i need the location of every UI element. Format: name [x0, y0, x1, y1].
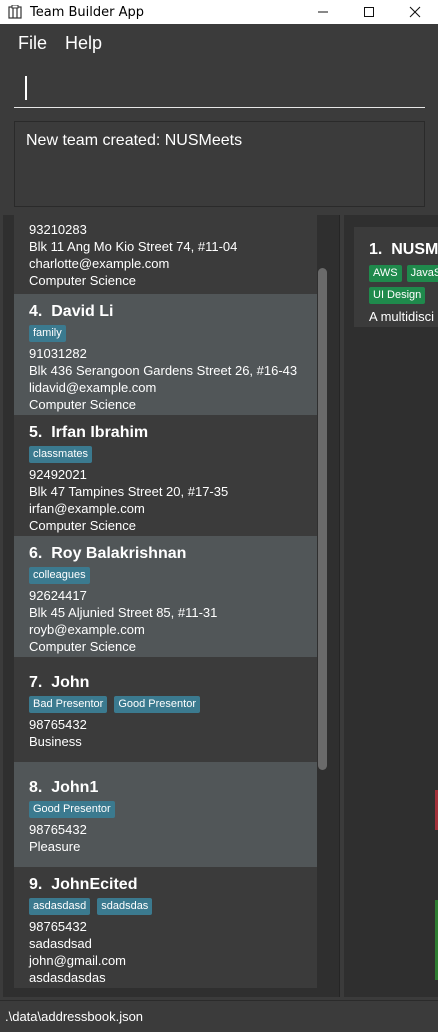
person-email: lidavid@example.com: [29, 380, 157, 395]
maximize-icon: [364, 7, 374, 17]
person-major: Pleasure: [29, 839, 81, 854]
person-card[interactable]: 5. Irfan Ibrahim classmates 92492021 Blk…: [14, 415, 317, 536]
person-phone: 92624417: [29, 588, 87, 603]
title-bar: Team Builder App: [0, 0, 438, 24]
person-card[interactable]: 93210283 Blk 11 Ang Mo Kio Street 74, #1…: [14, 215, 317, 294]
person-phone: 93210283: [29, 222, 87, 237]
person-address: sadasdsad: [29, 936, 92, 951]
person-major: Computer Science: [29, 518, 136, 533]
person-tag: sdadsdas: [97, 898, 153, 915]
close-icon: [409, 6, 421, 18]
person-tag: Good Presentor: [29, 801, 115, 818]
person-name: 4. David Li: [29, 303, 114, 320]
person-address: Blk 45 Aljunied Street 85, #11-31: [29, 605, 218, 620]
team-name: 1. NUSM: [369, 241, 438, 258]
person-major: Computer Science: [29, 397, 136, 412]
person-phone: 91031282: [29, 346, 87, 361]
person-name: 9. JohnEcited: [29, 876, 138, 893]
person-major: Business: [29, 734, 82, 749]
person-card[interactable]: 8. John1 Good Presentor 98765432 Pleasur…: [14, 762, 317, 867]
person-major: Computer Science: [29, 273, 136, 288]
person-name: 7. John: [29, 674, 90, 691]
team-tag: JavaS: [406, 265, 438, 282]
person-address: Blk 436 Serangoon Gardens Street 26, #16…: [29, 363, 298, 378]
person-email: royb@example.com: [29, 622, 145, 637]
window-title: Team Builder App: [30, 4, 144, 20]
person-phone: 98765432: [29, 822, 87, 837]
list-scrollbar[interactable]: [318, 268, 327, 770]
person-card[interactable]: 4. David Li family 91031282 Blk 436 Sera…: [14, 294, 317, 415]
person-major: asdasdasdas: [29, 970, 106, 985]
person-tag: Bad Presentor: [29, 696, 108, 713]
person-tag: asdasdasd: [29, 898, 91, 915]
person-tag: Good Presentor: [114, 696, 200, 713]
maximize-button[interactable]: [346, 0, 392, 24]
person-email: john@gmail.com: [29, 953, 127, 968]
team-description: A multidisci: [369, 309, 435, 324]
data-file-path: .\data\addressbook.json: [5, 1009, 144, 1024]
person-address: Blk 11 Ang Mo Kio Street 74, #11-04: [29, 239, 238, 254]
team-tag: AWS: [369, 265, 402, 282]
command-input[interactable]: [14, 68, 425, 108]
team-tag: UI Design: [369, 287, 426, 304]
person-address: Blk 47 Tampines Street 20, #17-35: [29, 484, 229, 499]
person-card[interactable]: 9. JohnEcited asdasdasd sdadsdas 9876543…: [14, 867, 317, 988]
minimize-button[interactable]: [300, 0, 346, 24]
team-card[interactable]: 1. NUSM AWS JavaS UI Design A multidisci: [354, 227, 438, 327]
person-tag: family: [29, 325, 66, 342]
person-name: 6. Roy Balakrishnan: [29, 545, 187, 562]
text-caret: [25, 76, 27, 100]
person-name: 8. John1: [29, 779, 99, 796]
app-icon: [8, 4, 22, 19]
minimize-icon: [318, 11, 328, 13]
result-display: New team created: NUSMeets: [14, 121, 425, 207]
person-list-panel[interactable]: 93210283 Blk 11 Ang Mo Kio Street 74, #1…: [3, 215, 340, 997]
person-tag: colleagues: [29, 567, 90, 584]
status-bar: .\data\addressbook.json: [0, 1000, 438, 1032]
person-card[interactable]: 6. Roy Balakrishnan colleagues 92624417 …: [14, 536, 317, 657]
person-major: Computer Science: [29, 639, 136, 654]
person-phone: 98765432: [29, 717, 87, 732]
person-phone: 92492021: [29, 467, 87, 482]
person-card[interactable]: 7. John Bad Presentor Good Presentor 987…: [14, 657, 317, 762]
menu-bar: File Help: [0, 24, 438, 62]
person-tag: classmates: [29, 446, 93, 463]
menu-help[interactable]: Help: [65, 33, 102, 54]
person-phone: 98765432: [29, 919, 87, 934]
person-email: charlotte@example.com: [29, 256, 170, 271]
menu-file[interactable]: File: [18, 33, 47, 54]
person-name: 5. Irfan Ibrahim: [29, 424, 149, 441]
result-message: New team created: NUSMeets: [26, 132, 243, 149]
close-button[interactable]: [392, 0, 438, 24]
person-email: irfan@example.com: [29, 501, 145, 516]
team-list-panel[interactable]: 1. NUSM AWS JavaS UI Design A multidisci: [344, 215, 438, 997]
